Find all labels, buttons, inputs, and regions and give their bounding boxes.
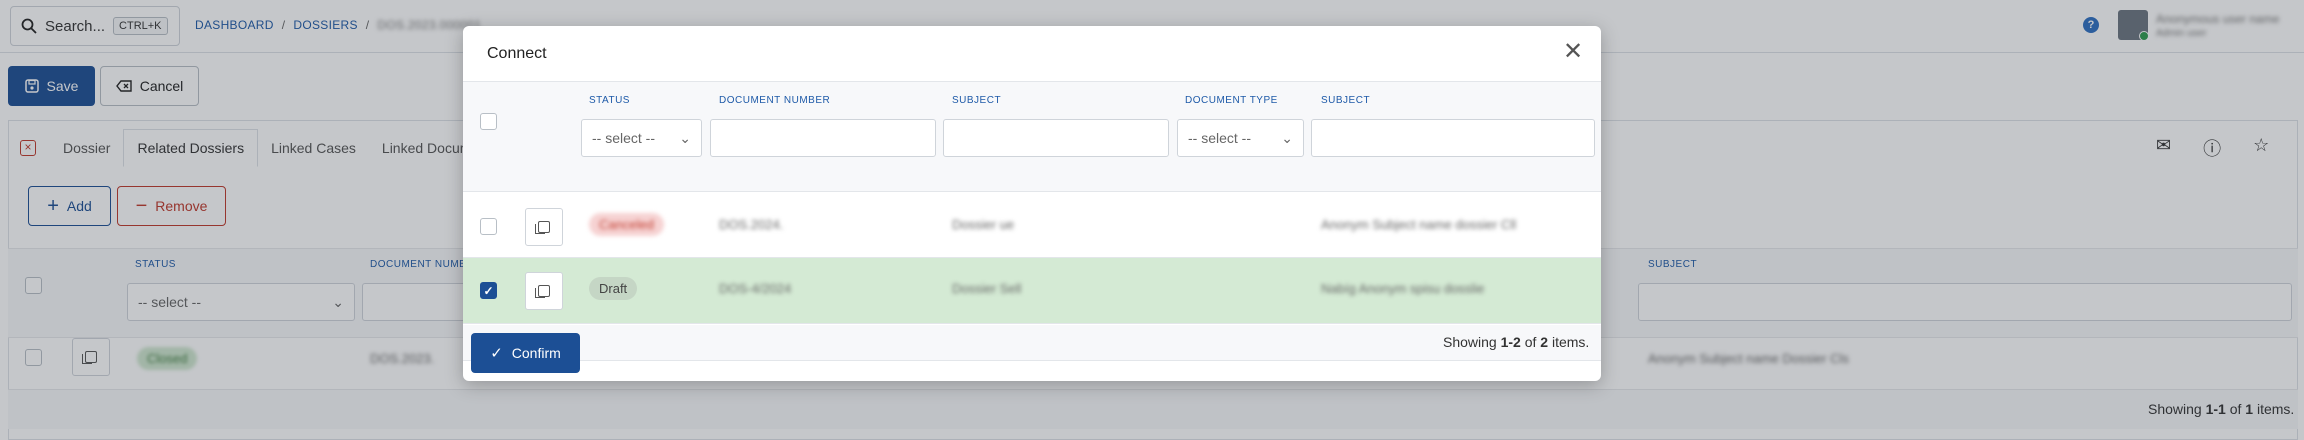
dialog-table-footer: [463, 325, 1601, 361]
copy-icon: [535, 285, 550, 298]
subject-cell: Dossier Sell: [952, 281, 1022, 296]
chevron-down-icon: ⌄: [679, 129, 691, 146]
column-subject-2: SUBJECT: [1321, 95, 1371, 106]
subject-2-cell: Anonym Subject name dossier Cll: [1321, 217, 1517, 232]
copy-button[interactable]: [525, 272, 563, 310]
confirm-label: Confirm: [511, 345, 561, 361]
copy-icon: [535, 221, 550, 234]
pagination-suffix: items.: [1551, 334, 1590, 350]
row-checkbox-checked[interactable]: ✓: [480, 282, 497, 299]
document-type-filter-select[interactable]: -- select -- ⌄: [1177, 119, 1304, 157]
status-badge: Draft: [589, 277, 638, 300]
document-number-cell: DOS-4/2024: [719, 281, 792, 296]
pagination-prefix: Showing: [1443, 334, 1497, 350]
column-subject: SUBJECT: [952, 95, 1002, 106]
chevron-down-icon: ⌄: [1281, 129, 1293, 146]
status-filter-value: -- select --: [592, 130, 655, 146]
close-icon[interactable]: ✕: [1563, 40, 1583, 64]
document-number-filter[interactable]: [710, 119, 936, 157]
subject-2-filter[interactable]: [1311, 119, 1595, 157]
subject-2-cell: Nabíg Anonym spisu dosslie: [1321, 281, 1485, 296]
column-document-type: DOCUMENT TYPE: [1185, 95, 1278, 106]
select-all-checkbox[interactable]: [480, 113, 497, 130]
column-status: STATUS: [589, 95, 630, 106]
connect-dialog: Connect ✕ STATUS DOCUMENT NUMBER SUBJECT…: [463, 26, 1601, 381]
pagination-of: of: [1524, 334, 1537, 350]
document-type-filter-value: -- select --: [1188, 130, 1251, 146]
pagination-info: Showing 1-2 of 2 items.: [1443, 334, 1589, 350]
copy-button[interactable]: [525, 208, 563, 246]
status-badge: Canceled: [589, 213, 664, 236]
check-icon: ✓: [490, 345, 503, 362]
pagination-total: 2: [1540, 334, 1549, 350]
row-checkbox[interactable]: [480, 218, 497, 235]
column-document-number: DOCUMENT NUMBER: [719, 95, 831, 106]
document-number-cell: DOS.2024.: [719, 217, 784, 232]
confirm-button[interactable]: ✓ Confirm: [471, 333, 580, 373]
dialog-title: Connect: [487, 45, 547, 62]
subject-filter[interactable]: [943, 119, 1169, 157]
pagination-range: 1-2: [1500, 334, 1521, 350]
subject-cell: Dossier ue: [952, 217, 1015, 232]
status-filter-select[interactable]: -- select -- ⌄: [581, 119, 702, 157]
